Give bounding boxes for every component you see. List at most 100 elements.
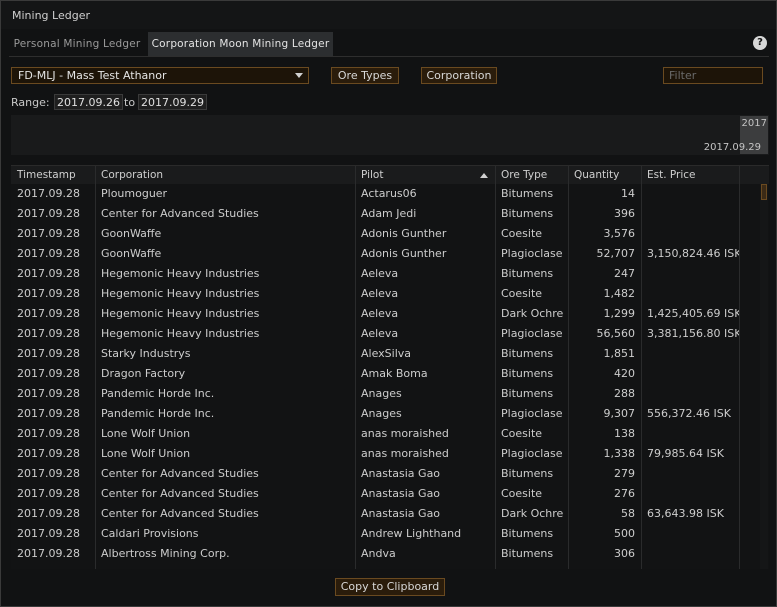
cell-pilot: Adonis Gunther xyxy=(361,227,447,240)
cell-quantity: 306 xyxy=(614,547,635,560)
cell-timestamp: 2017.09.28 xyxy=(17,427,80,440)
cell-quantity: 420 xyxy=(614,367,635,380)
corporation-button[interactable]: Corporation xyxy=(421,67,497,84)
timeline-date-label: 2017.09.29 xyxy=(703,142,761,153)
cell-corporation: Center for Advanced Studies xyxy=(101,507,259,520)
table-row[interactable]: 2017.09.28 Hegemonic Heavy Industries Aele… xyxy=(11,284,769,304)
table-row[interactable]: 2017.09.28 Hegemonic Heavy Industries Aele… xyxy=(11,324,769,344)
copy-to-clipboard-button[interactable]: Copy to Clipboard xyxy=(335,578,445,596)
cell-ore-type: Dark Ochre xyxy=(501,307,564,320)
cell-est-price xyxy=(641,204,739,224)
column-header-ore-type[interactable]: Ore Type xyxy=(495,166,568,184)
column-header-corporation[interactable]: Corporation xyxy=(95,166,355,184)
cell-est-price xyxy=(641,344,739,364)
ledger-table: Timestamp Corporation Pilot Ore Type Qua… xyxy=(11,165,769,569)
cell-corporation: Ploumoguer xyxy=(101,187,168,200)
title-bar[interactable]: Mining Ledger xyxy=(1,1,776,29)
ore-types-button[interactable]: Ore Types xyxy=(331,67,399,84)
timeline-year-label: 2017 xyxy=(741,118,767,129)
timeline-slider[interactable]: 2017 2017.09.29 xyxy=(11,115,769,155)
column-divider xyxy=(739,166,740,569)
table-row[interactable]: 2017.09.28 Center for Advanced Studies Ada… xyxy=(11,204,769,224)
cell-quantity: 9,307 xyxy=(603,407,636,420)
cell-pilot: Anastasia Gao xyxy=(361,467,441,480)
cell-ore-type: Coesite xyxy=(501,487,543,500)
cell-est-price xyxy=(641,544,739,564)
chevron-down-icon xyxy=(295,73,303,78)
table-row[interactable]: 2017.09.28 Pandemic Horde Inc. Anages Plagi… xyxy=(11,404,769,424)
cell-timestamp: 2017.09.28 xyxy=(17,347,80,360)
table-row[interactable]: 2017.09.28 GoonWaffe Adonis Gunther Coesite… xyxy=(11,224,769,244)
column-header-est-price[interactable]: Est. Price xyxy=(641,166,739,184)
table-row[interactable]: 2017.09.28 Dragon Factory Amak Boma Bitumen… xyxy=(11,364,769,384)
cell-timestamp: 2017.09.28 xyxy=(17,227,80,240)
table-row[interactable]: 2017.09.28 Starky Industrys AlexSilva Bitum… xyxy=(11,344,769,364)
cell-pilot: Aeleva xyxy=(361,307,399,320)
cell-est-price xyxy=(641,184,739,204)
cell-ore-type: Plagioclase xyxy=(501,247,563,260)
cell-ore-type: Coesite xyxy=(501,227,543,240)
cell-pilot: Anastasia Gao xyxy=(361,507,441,520)
column-header-pilot[interactable]: Pilot xyxy=(355,166,495,184)
table-row[interactable]: 2017.09.28 Center for Advanced Studies Ana… xyxy=(11,504,769,524)
table-scrollbar[interactable] xyxy=(760,184,768,569)
sort-ascending-icon xyxy=(480,173,488,178)
cell-ore-type: Bitumens xyxy=(501,267,554,280)
cell-timestamp: 2017.09.28 xyxy=(17,327,80,340)
cell-quantity: 1,338 xyxy=(603,447,636,460)
table-row[interactable]: 2017.09.28 Hegemonic Heavy Industries Aele… xyxy=(11,304,769,324)
column-header-quantity[interactable]: Quantity xyxy=(568,166,641,184)
tab-personal-mining-ledger[interactable]: Personal Mining Ledger xyxy=(9,32,145,56)
cell-quantity: 58 xyxy=(621,507,635,520)
cell-timestamp: 2017.09.28 xyxy=(17,487,80,500)
range-to-field[interactable]: 2017.09.29 xyxy=(138,94,207,110)
cell-timestamp: 2017.09.28 xyxy=(17,507,80,520)
column-header-timestamp[interactable]: Timestamp xyxy=(11,166,95,184)
table-row[interactable]: 2017.09.28 Pandemic Horde Inc. Anages Bitum… xyxy=(11,384,769,404)
tab-divider xyxy=(9,56,769,57)
cell-timestamp: 2017.09.28 xyxy=(17,447,80,460)
cell-ore-type: Dark Ochre xyxy=(501,507,564,520)
range-from-field[interactable]: 2017.09.26 xyxy=(54,94,123,110)
cell-timestamp: 2017.09.28 xyxy=(17,247,80,260)
cell-timestamp: 2017.09.28 xyxy=(17,207,80,220)
table-row[interactable]: 2017.09.28 Ploumoguer Actarus06 Bitumens 14 xyxy=(11,184,769,204)
cell-quantity: 138 xyxy=(614,427,635,440)
cell-est-price: 556,372.46 ISK xyxy=(647,407,731,420)
table-row[interactable]: 2017.09.28 Albertross Mining Corp. Andva Bi… xyxy=(11,544,769,564)
cell-corporation: Pandemic Horde Inc. xyxy=(101,387,215,400)
cell-quantity: 288 xyxy=(614,387,635,400)
scrollbar-thumb[interactable] xyxy=(761,184,767,200)
cell-quantity: 1,299 xyxy=(603,307,636,320)
structure-dropdown[interactable]: FD-MLJ - Mass Test Athanor xyxy=(11,67,309,84)
table-header: Timestamp Corporation Pilot Ore Type Qua… xyxy=(11,166,769,184)
cell-corporation: Hegemonic Heavy Industries xyxy=(101,327,260,340)
cell-ore-type: Bitumens xyxy=(501,367,554,380)
cell-corporation: Pandemic Horde Inc. xyxy=(101,407,215,420)
table-row[interactable]: 2017.09.28 Lone Wolf Union anas moraished C… xyxy=(11,424,769,444)
help-icon[interactable]: ? xyxy=(753,36,767,50)
table-row[interactable]: 2017.09.28 Hegemonic Heavy Industries Aele… xyxy=(11,264,769,284)
table-row[interactable]: 2017.09.28 Caldari Provisions Andrew Light… xyxy=(11,524,769,544)
cell-timestamp: 2017.09.28 xyxy=(17,267,80,280)
cell-timestamp: 2017.09.28 xyxy=(17,287,80,300)
table-row[interactable]: 2017.09.28 Lone Wolf Union anas moraished P… xyxy=(11,444,769,464)
cell-corporation: GoonWaffe xyxy=(101,227,162,240)
cell-timestamp: 2017.09.28 xyxy=(17,387,80,400)
cell-timestamp: 2017.09.28 xyxy=(17,187,80,200)
filter-input[interactable] xyxy=(663,67,763,84)
cell-est-price xyxy=(641,264,739,284)
tab-corporation-moon-mining-ledger[interactable]: Corporation Moon Mining Ledger xyxy=(148,32,333,56)
cell-ore-type: Coesite xyxy=(501,287,543,300)
cell-pilot: Adam Jedi xyxy=(361,207,417,220)
cell-est-price: 79,985.64 ISK xyxy=(647,447,724,460)
cell-quantity: 396 xyxy=(614,207,635,220)
cell-quantity: 1,482 xyxy=(603,287,636,300)
mining-ledger-window: Mining Ledger Personal Mining Ledger Cor… xyxy=(0,0,777,607)
cell-quantity: 1,851 xyxy=(603,347,636,360)
table-row[interactable]: 2017.09.28 Center for Advanced Studies Ana… xyxy=(11,464,769,484)
table-row[interactable]: 2017.09.28 GoonWaffe Adonis Gunther Plagioc… xyxy=(11,244,769,264)
cell-corporation: Center for Advanced Studies xyxy=(101,467,259,480)
cell-est-price xyxy=(641,464,739,484)
table-row[interactable]: 2017.09.28 Center for Advanced Studies Ana… xyxy=(11,484,769,504)
